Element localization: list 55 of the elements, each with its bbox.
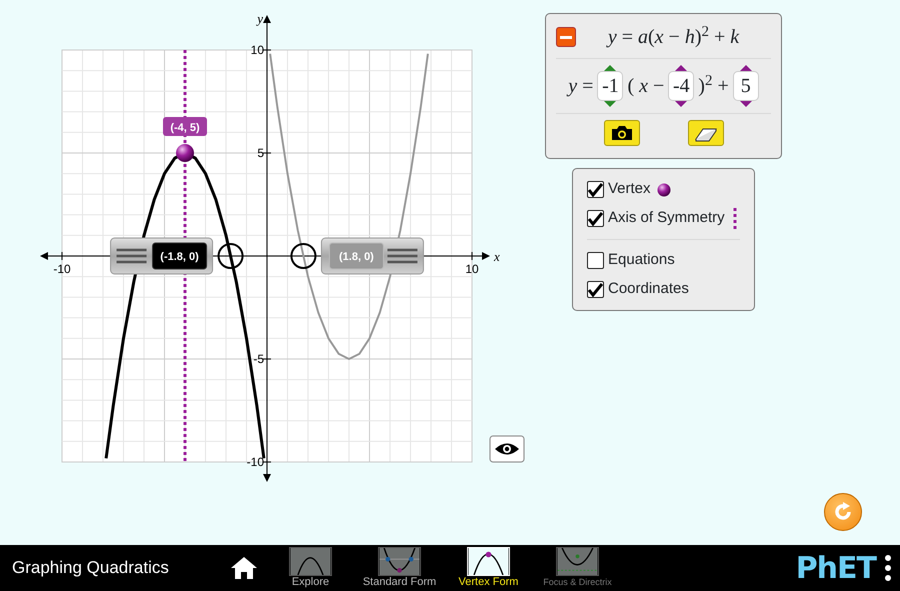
checkbox[interactable]: [587, 210, 604, 227]
screen-tab[interactable]: Focus & Directrix: [533, 547, 622, 589]
grip-icon: [387, 248, 418, 264]
screen-tab[interactable]: Standard Form: [355, 547, 444, 589]
root-marker: [218, 243, 244, 269]
checkbox-label: Coordinates: [608, 279, 689, 300]
root-marker: [290, 243, 316, 269]
up-arrow-icon[interactable]: [604, 65, 616, 71]
number-spinner[interactable]: 5: [732, 71, 759, 101]
checkbox[interactable]: [587, 181, 604, 198]
vertex-ball[interactable]: [176, 144, 194, 162]
home-icon: [230, 556, 258, 580]
eraser-button[interactable]: [688, 120, 724, 146]
camera-icon: [610, 125, 632, 141]
checkbox-label: Vertex: [608, 179, 651, 200]
tick-label: -10: [53, 262, 71, 276]
screen-tab[interactable]: Vertex Form: [444, 547, 533, 589]
phet-logo: PhET: [796, 550, 876, 588]
down-arrow-icon[interactable]: [740, 101, 752, 107]
up-arrow-icon[interactable]: [740, 65, 752, 71]
equation-form: y = a(x − h)$^{2}$ + k: [608, 22, 740, 50]
app-title: Graphing Quadratics: [12, 557, 170, 580]
tick-label: -10: [246, 455, 264, 469]
home-button[interactable]: [230, 556, 258, 580]
number-spinner[interactable]: -1: [597, 71, 624, 101]
axis-label: x: [494, 249, 500, 264]
checkbox-label: Equations: [608, 250, 675, 270]
coordinate-label: (-4, 5): [163, 117, 207, 136]
menu-button[interactable]: [884, 554, 892, 582]
ball-icon: [656, 182, 671, 196]
reset-button[interactable]: [824, 493, 862, 531]
eye-toggle-button[interactable]: [490, 436, 524, 462]
grip-icon: [116, 248, 147, 264]
tick-label: -5: [253, 352, 264, 366]
screen-tab[interactable]: Explore: [266, 547, 355, 589]
tick-label: 10: [250, 43, 264, 57]
equation-text: ( x −: [627, 74, 664, 99]
axis-label: y: [257, 11, 263, 26]
checkbox-label: Axis of Symmetry: [608, 208, 725, 228]
checkbox[interactable]: [587, 252, 604, 269]
down-arrow-icon[interactable]: [675, 101, 688, 107]
number-spinner[interactable]: -4: [668, 71, 694, 101]
down-arrow-icon[interactable]: [604, 101, 616, 107]
up-arrow-icon[interactable]: [675, 65, 688, 71]
coordinate-label: (1.8, 0): [328, 242, 384, 270]
checkbox[interactable]: [587, 281, 604, 298]
equation-text: y =: [568, 74, 594, 99]
dotted-line-icon: [732, 208, 737, 230]
tick-label: 10: [465, 262, 479, 276]
more-icon: [884, 554, 892, 582]
collapse-button[interactable]: [556, 27, 576, 47]
camera-button[interactable]: [604, 120, 640, 146]
coordinate-label: (-1.8, 0): [152, 242, 208, 270]
tick-label: 5: [257, 146, 264, 160]
equation-text: )$^{2}$ +: [698, 72, 729, 99]
